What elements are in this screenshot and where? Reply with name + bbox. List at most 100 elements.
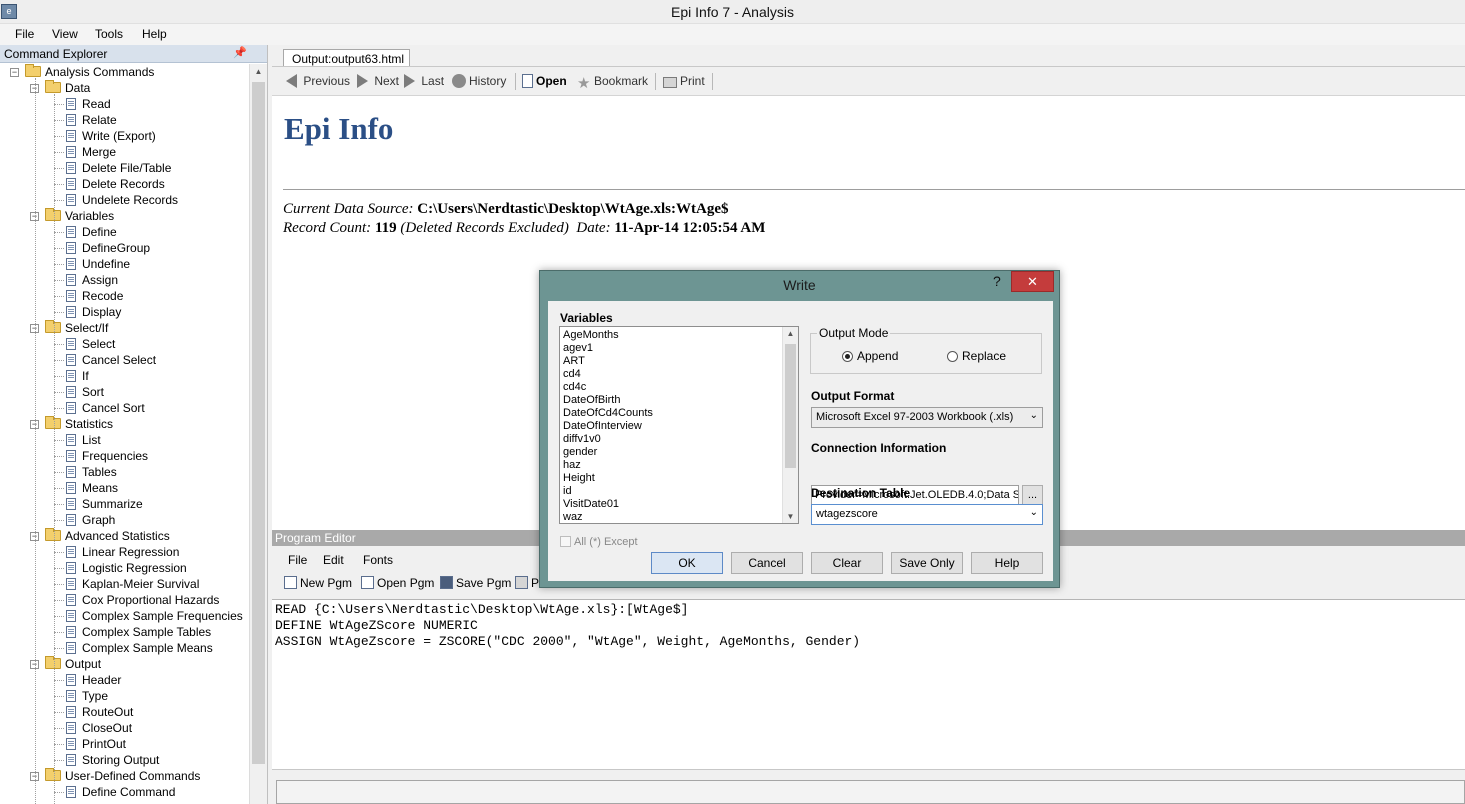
command-explorer-scrollbar[interactable]: ▲ bbox=[249, 64, 267, 804]
tree-command-item[interactable]: Sort bbox=[66, 384, 104, 400]
tree-folder-item[interactable]: Analysis Commands bbox=[25, 64, 154, 80]
tree-command-item[interactable]: RouteOut bbox=[66, 704, 133, 720]
tree-command-item[interactable]: Select bbox=[66, 336, 115, 352]
destination-table-select[interactable]: wtagezscore ⌄ bbox=[811, 504, 1043, 525]
menu-file[interactable]: File bbox=[15, 27, 34, 41]
code-editor[interactable]: READ {C:\Users\Nerdtastic\Desktop\WtAge.… bbox=[272, 599, 1465, 769]
tree-command-item[interactable]: Relate bbox=[66, 112, 117, 128]
tree-folder-item[interactable]: Data bbox=[45, 80, 90, 96]
last-button[interactable]: Last bbox=[404, 74, 444, 88]
variable-item[interactable]: agev1 bbox=[563, 342, 653, 355]
tree-command-item[interactable]: Undelete Records bbox=[66, 192, 178, 208]
variable-item[interactable]: ART bbox=[563, 355, 653, 368]
save-only-button[interactable]: Save Only bbox=[891, 552, 963, 574]
tree-command-item[interactable]: DefineGroup bbox=[66, 240, 150, 256]
variable-item[interactable]: Height bbox=[563, 472, 653, 485]
tree-command-item[interactable]: Define Command bbox=[66, 784, 175, 800]
variable-item[interactable]: VisitDate01 bbox=[563, 498, 653, 511]
variable-item[interactable]: diffv1v0 bbox=[563, 433, 653, 446]
tree-command-item[interactable]: Type bbox=[66, 688, 108, 704]
open-pgm-button[interactable]: Open Pgm bbox=[361, 576, 434, 590]
tree-command-item[interactable]: Read bbox=[66, 96, 111, 112]
menu-view[interactable]: View bbox=[52, 27, 78, 41]
tree-command-item[interactable]: Display bbox=[66, 304, 121, 320]
clear-button[interactable]: Clear bbox=[811, 552, 883, 574]
tree-command-item[interactable]: Graph bbox=[66, 512, 115, 528]
tree-command-item[interactable]: Means bbox=[66, 480, 118, 496]
tab-output[interactable]: Output:output63.html bbox=[283, 49, 410, 67]
menu-help[interactable]: Help bbox=[142, 27, 167, 41]
tree-command-item[interactable]: Cancel Sort bbox=[66, 400, 145, 416]
variables-scrollbar[interactable]: ▲ ▼ bbox=[782, 327, 798, 523]
print-button[interactable]: Print bbox=[663, 74, 705, 88]
variable-item[interactable]: cd4 bbox=[563, 368, 653, 381]
tree-command-item[interactable]: Linear Regression bbox=[66, 544, 179, 560]
cancel-button[interactable]: Cancel bbox=[731, 552, 803, 574]
previous-button[interactable]: Previous bbox=[286, 74, 350, 88]
tree-command-item[interactable]: If bbox=[66, 368, 89, 384]
tree-command-item[interactable]: CloseOut bbox=[66, 720, 132, 736]
bookmark-button[interactable]: ★ Bookmark bbox=[577, 74, 648, 92]
pin-icon[interactable]: 📌 bbox=[233, 46, 247, 59]
tree-command-item[interactable]: Cox Proportional Hazards bbox=[66, 592, 219, 608]
scroll-up-arrow-icon[interactable]: ▲ bbox=[783, 329, 798, 338]
tree-command-item[interactable]: Cancel Select bbox=[66, 352, 156, 368]
close-icon[interactable]: ✕ bbox=[1011, 271, 1054, 292]
save-pgm-button[interactable]: Save Pgm bbox=[440, 576, 511, 590]
tree-command-item[interactable]: Assign bbox=[66, 272, 118, 288]
new-pgm-button[interactable]: New Pgm bbox=[284, 576, 352, 590]
menu-tools[interactable]: Tools bbox=[95, 27, 123, 41]
variable-item[interactable]: DateOfBirth bbox=[563, 394, 653, 407]
tree-command-item[interactable]: Delete Records bbox=[66, 176, 165, 192]
pe-menu-file[interactable]: File bbox=[288, 553, 307, 567]
replace-radio[interactable]: Replace bbox=[947, 349, 1006, 363]
tree-command-item[interactable]: Define bbox=[66, 224, 117, 240]
tree-command-item[interactable]: Recode bbox=[66, 288, 123, 304]
tree-command-item[interactable]: Complex Sample Frequencies bbox=[66, 608, 243, 624]
variable-item[interactable]: cd4c bbox=[563, 381, 653, 394]
tree-command-item[interactable]: Undefine bbox=[66, 256, 130, 272]
output-format-select[interactable]: Microsoft Excel 97-2003 Workbook (.xls) … bbox=[811, 407, 1043, 428]
append-radio[interactable]: Append bbox=[842, 349, 898, 363]
pe-menu-fonts[interactable]: Fonts bbox=[363, 553, 393, 567]
tree-command-item[interactable]: Write (Export) bbox=[66, 128, 156, 144]
tree-command-item[interactable]: Summarize bbox=[66, 496, 143, 512]
scroll-thumb[interactable] bbox=[785, 344, 796, 468]
tree-command-item[interactable]: Storing Output bbox=[66, 752, 159, 768]
browse-connection-button[interactable]: ... bbox=[1022, 485, 1043, 506]
tree-command-item[interactable]: Logistic Regression bbox=[66, 560, 187, 576]
tree-command-item[interactable]: Complex Sample Tables bbox=[66, 624, 211, 640]
ok-button[interactable]: OK bbox=[651, 552, 723, 574]
tree-folder-item[interactable]: Variables bbox=[45, 208, 114, 224]
variable-item[interactable]: id bbox=[563, 485, 653, 498]
help-icon[interactable]: ? bbox=[993, 273, 1001, 289]
variable-item[interactable]: AgeMonths bbox=[563, 329, 653, 342]
variable-item[interactable]: DateOfCd4Counts bbox=[563, 407, 653, 420]
tree-command-item[interactable]: Merge bbox=[66, 144, 116, 160]
scroll-thumb[interactable] bbox=[252, 82, 265, 764]
all-except-checkbox[interactable]: All (*) Except bbox=[560, 536, 638, 548]
tree-command-item[interactable]: Tables bbox=[66, 464, 117, 480]
variable-item[interactable]: gender bbox=[563, 446, 653, 459]
tree-folder-item[interactable]: Advanced Statistics bbox=[45, 528, 170, 544]
collapse-icon[interactable]: − bbox=[10, 68, 19, 77]
tree-command-item[interactable]: Header bbox=[66, 672, 121, 688]
scroll-down-arrow-icon[interactable]: ▼ bbox=[783, 512, 798, 521]
tree-command-item[interactable]: List bbox=[66, 432, 101, 448]
tree-command-item[interactable]: Frequencies bbox=[66, 448, 148, 464]
tree-command-item[interactable]: Delete File/Table bbox=[66, 160, 171, 176]
variable-item[interactable]: DateOfInterview bbox=[563, 420, 653, 433]
history-button[interactable]: History bbox=[452, 74, 506, 88]
variables-listbox[interactable]: AgeMonths agev1 ART cd4 cd4c DateOfBirth DateO… bbox=[559, 326, 799, 524]
open-button[interactable]: Open bbox=[522, 74, 567, 88]
variable-item[interactable]: haz bbox=[563, 459, 653, 472]
pe-menu-edit[interactable]: Edit bbox=[323, 553, 344, 567]
variable-item[interactable]: waz bbox=[563, 511, 653, 524]
tree-command-item[interactable]: Kaplan-Meier Survival bbox=[66, 576, 199, 592]
next-button[interactable]: Next bbox=[357, 74, 399, 88]
scroll-up-arrow-icon[interactable]: ▲ bbox=[250, 64, 267, 80]
print-pgm-button[interactable]: P bbox=[515, 576, 539, 590]
tree-folder-item[interactable]: User-Defined Commands bbox=[45, 768, 200, 784]
tree-command-item[interactable]: PrintOut bbox=[66, 736, 126, 752]
tree-command-item[interactable]: Complex Sample Means bbox=[66, 640, 213, 656]
